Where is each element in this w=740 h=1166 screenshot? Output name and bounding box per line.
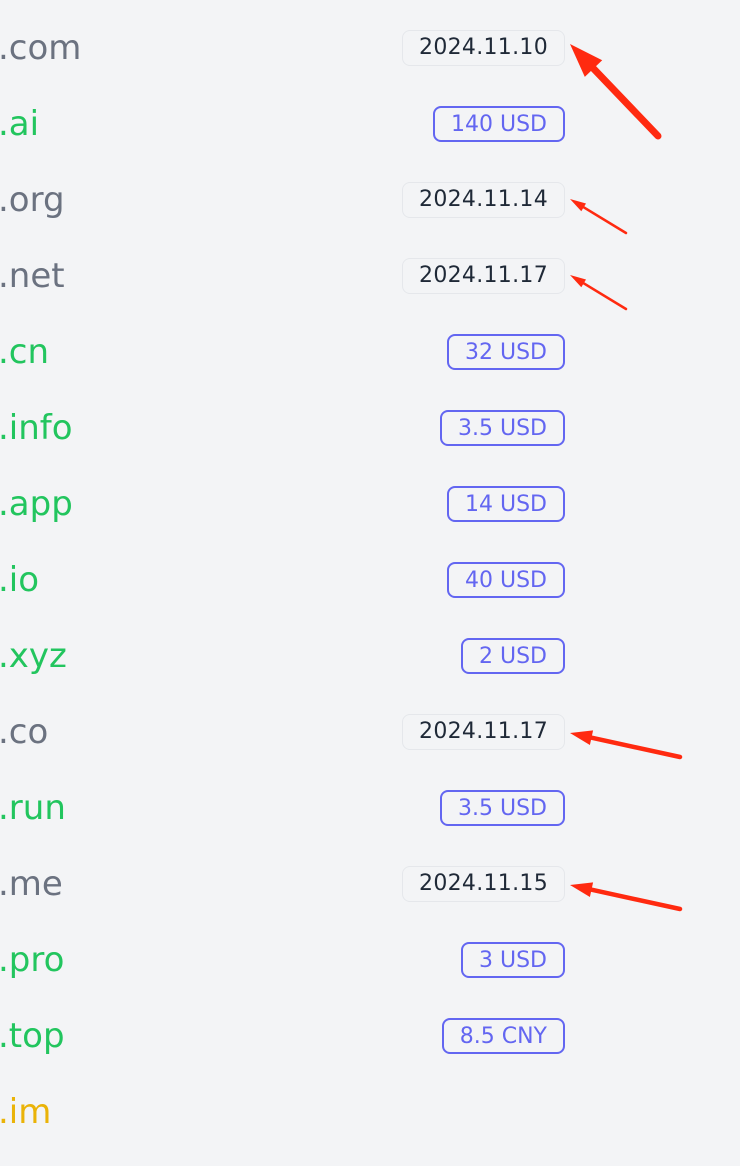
tld-name[interactable]: .app [0,484,73,524]
tld-row[interactable]: .info 3.5 USD [0,390,740,466]
expiry-date-badge: 2024.11.15 [402,866,565,902]
expiry-date-badge: 2024.11.17 [402,258,565,294]
tld-row[interactable]: .io 40 USD [0,542,740,618]
tld-name[interactable]: .cn [0,332,49,372]
tld-row[interactable]: .net 2024.11.17 [0,238,740,314]
price-badge: 2 USD [461,638,565,674]
tld-row[interactable]: .xyz 2 USD [0,618,740,694]
tld-row[interactable]: .run 3.5 USD [0,770,740,846]
tld-name[interactable]: .io [0,560,39,600]
tld-row[interactable]: .app 14 USD [0,466,740,542]
price-badge: 8.5 CNY [441,1018,565,1054]
price-badge: 3 USD [461,942,565,978]
expiry-date-badge: 2024.11.17 [402,714,565,750]
tld-name[interactable]: .co [0,712,48,752]
price-badge: 32 USD [447,334,565,370]
tld-name[interactable]: .top [0,1016,65,1056]
expiry-date-badge: 2024.11.14 [402,182,565,218]
price-badge: 3.5 USD [440,410,565,446]
tld-name[interactable]: .com [0,28,81,68]
expiry-date-badge: 2024.11.10 [402,30,565,66]
tld-row[interactable]: .top 8.5 CNY [0,998,740,1074]
tld-name[interactable]: .ai [0,104,39,144]
tld-name[interactable]: .org [0,180,65,220]
tld-row[interactable]: .ai 140 USD [0,86,740,162]
tld-row[interactable]: .cn 32 USD [0,314,740,390]
tld-name[interactable]: .info [0,408,73,448]
tld-row[interactable]: .org 2024.11.14 [0,162,740,238]
price-badge: 3.5 USD [440,790,565,826]
tld-name[interactable]: .pro [0,940,64,980]
tld-row[interactable]: .com 2024.11.10 [0,10,740,86]
tld-name[interactable]: .run [0,788,66,828]
tld-name[interactable]: .me [0,864,63,904]
tld-row[interactable]: .im [0,1074,740,1150]
price-badge: 14 USD [447,486,565,522]
tld-row[interactable]: .me 2024.11.15 [0,846,740,922]
tld-row[interactable]: .pro 3 USD [0,922,740,998]
price-badge: 40 USD [447,562,565,598]
tld-name[interactable]: .xyz [0,636,67,676]
tld-name[interactable]: .net [0,256,65,296]
price-badge: 140 USD [433,106,565,142]
tld-name[interactable]: .im [0,1092,51,1132]
tld-row[interactable]: .co 2024.11.17 [0,694,740,770]
